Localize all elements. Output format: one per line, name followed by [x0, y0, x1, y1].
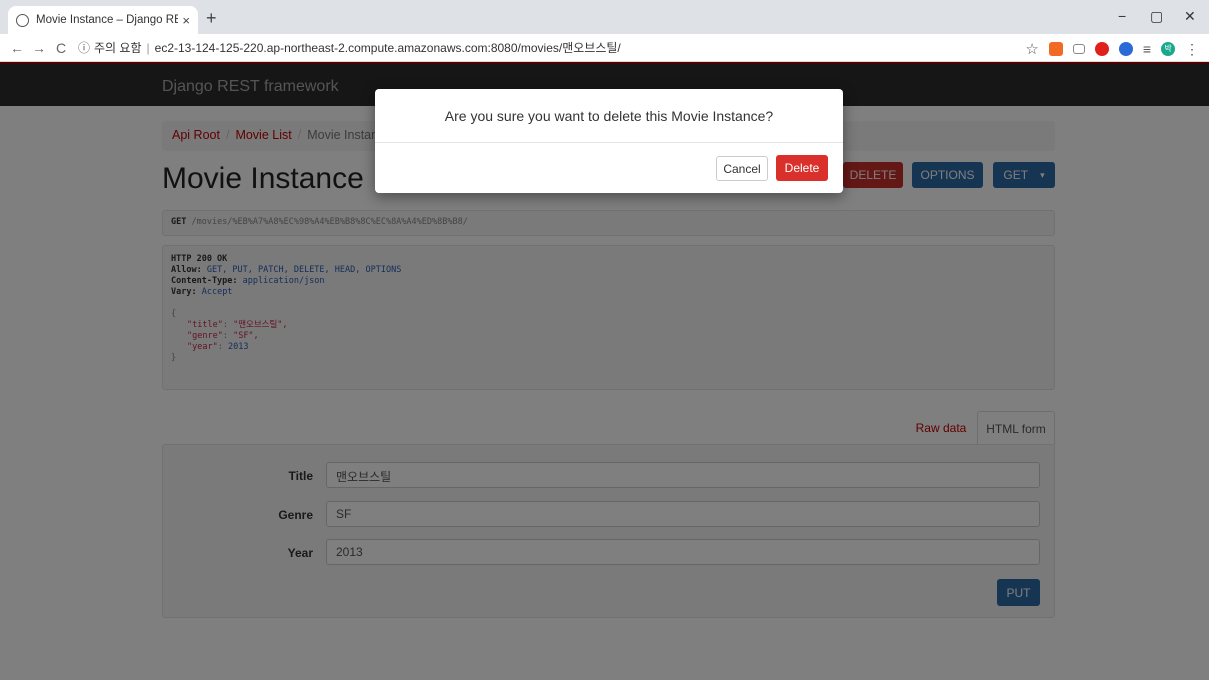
address-separator: | — [146, 40, 150, 55]
back-button[interactable]: ← — [6, 40, 28, 56]
tab-close-icon[interactable]: × — [182, 13, 190, 28]
delete-confirm-modal: Are you sure you want to delete this Mov… — [375, 89, 843, 193]
new-tab-button[interactable]: + — [206, 8, 217, 29]
tab-title: Movie Instance – Django REST F — [36, 14, 179, 26]
extension-ex-icon[interactable] — [1048, 42, 1063, 56]
minimize-icon[interactable]: − — [1118, 8, 1126, 24]
address-bar[interactable]: ⓘ 주의 요함 | ec2-13-124-125-220.ap-northeas… — [78, 39, 621, 56]
extension-reader-icon[interactable] — [1072, 44, 1085, 54]
reading-list-icon[interactable]: ≡ — [1143, 41, 1151, 57]
cancel-button[interactable]: Cancel — [716, 156, 768, 181]
browser-tab-strip: Movie Instance – Django REST F × + − ▢ ✕ — [0, 0, 1209, 34]
window-close-icon[interactable]: ✕ — [1184, 8, 1196, 25]
bookmark-star-icon[interactable]: ☆ — [1025, 40, 1038, 58]
profile-avatar[interactable]: 박 — [1161, 42, 1175, 56]
globe-icon — [16, 13, 29, 27]
security-status: 주의 요함 — [94, 41, 142, 55]
extension-icons: ☆ ≡ 박 ⋮ — [1025, 40, 1199, 59]
url-text[interactable]: ec2-13-124-125-220.ap-northeast-2.comput… — [155, 39, 621, 56]
forward-button[interactable]: → — [28, 40, 50, 56]
opera-icon[interactable] — [1094, 42, 1109, 56]
info-icon[interactable]: ⓘ — [78, 39, 90, 56]
maximize-icon[interactable]: ▢ — [1150, 8, 1163, 25]
reload-button[interactable]: C — [50, 40, 72, 56]
modal-message: Are you sure you want to delete this Mov… — [375, 89, 843, 143]
ie-icon[interactable] — [1118, 42, 1133, 56]
browser-tab[interactable]: Movie Instance – Django REST F × — [8, 6, 198, 34]
confirm-delete-button[interactable]: Delete — [776, 155, 828, 181]
browser-menu-icon[interactable]: ⋮ — [1185, 41, 1199, 58]
